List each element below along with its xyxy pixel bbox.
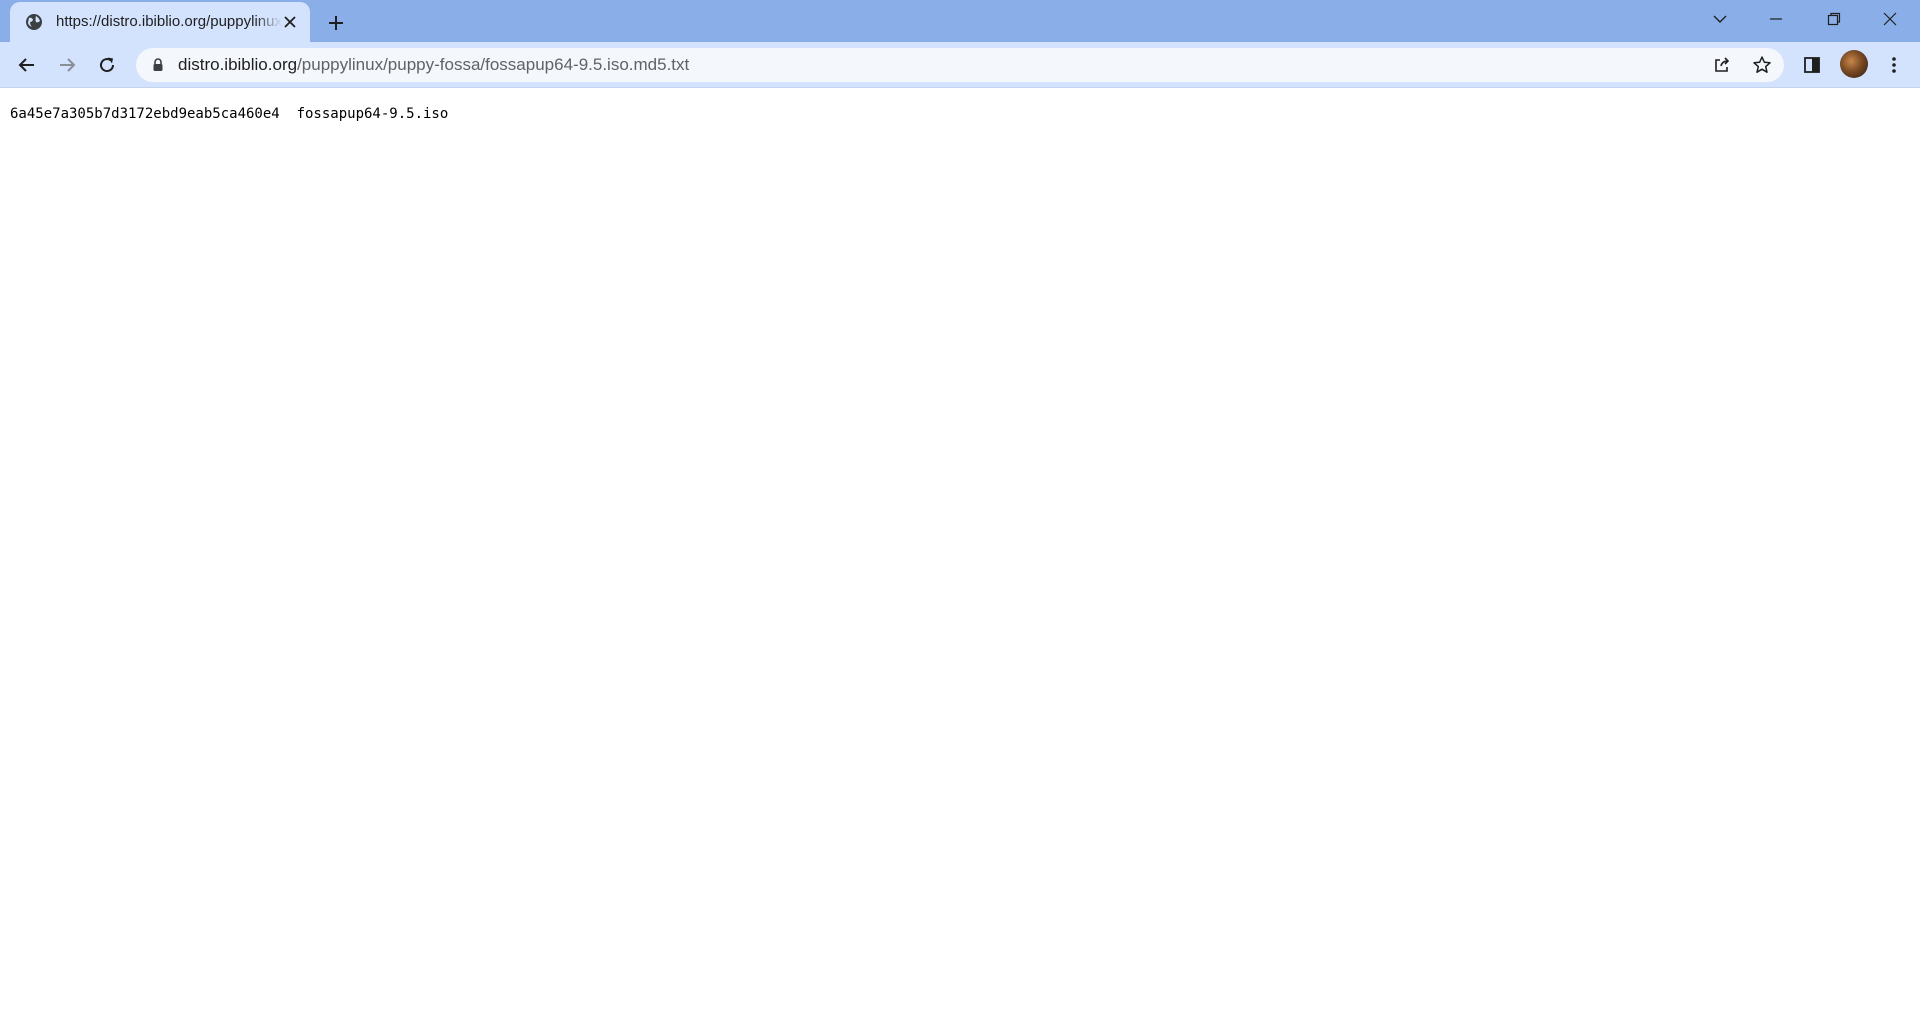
side-panel-icon[interactable] [1796, 49, 1828, 81]
close-window-icon[interactable] [1862, 0, 1918, 38]
restore-icon[interactable] [1806, 0, 1862, 38]
forward-arrow-icon[interactable] [51, 49, 83, 81]
globe-icon [24, 12, 44, 32]
tab-title: https://distro.ibiblio.org/puppylinux/pu… [56, 13, 282, 30]
chevron-down-icon[interactable] [1692, 0, 1748, 38]
kebab-menu-icon[interactable] [1878, 49, 1910, 81]
share-icon[interactable] [1710, 53, 1734, 77]
browser-window: https://distro.ibiblio.org/puppylinux/pu… [0, 0, 1920, 1029]
lock-icon[interactable] [150, 57, 166, 73]
star-icon[interactable] [1750, 53, 1774, 77]
md5-checksum-text: 6a45e7a305b7d3172ebd9eab5ca460e4 fossapu… [10, 106, 449, 122]
page-content: 6a45e7a305b7d3172ebd9eab5ca460e4 fossapu… [0, 88, 1920, 1029]
reload-icon[interactable] [91, 49, 123, 81]
active-tab[interactable]: https://distro.ibiblio.org/puppylinux/pu… [10, 2, 310, 42]
url-text[interactable]: distro.ibiblio.org/puppylinux/puppy-foss… [178, 56, 689, 74]
address-bar[interactable]: distro.ibiblio.org/puppylinux/puppy-foss… [136, 48, 1784, 82]
profile-avatar[interactable] [1840, 50, 1868, 78]
minimize-icon[interactable] [1748, 0, 1804, 38]
plus-icon[interactable] [322, 9, 350, 37]
tab-strip: https://distro.ibiblio.org/puppylinux/pu… [0, 0, 1920, 42]
url-host: distro.ibiblio.org [178, 55, 298, 74]
back-arrow-icon[interactable] [11, 49, 43, 81]
url-path: /puppylinux/puppy-fossa/fossapup64-9.5.i… [297, 55, 690, 74]
close-icon[interactable] [280, 12, 300, 32]
toolbar: distro.ibiblio.org/puppylinux/puppy-foss… [0, 42, 1920, 88]
